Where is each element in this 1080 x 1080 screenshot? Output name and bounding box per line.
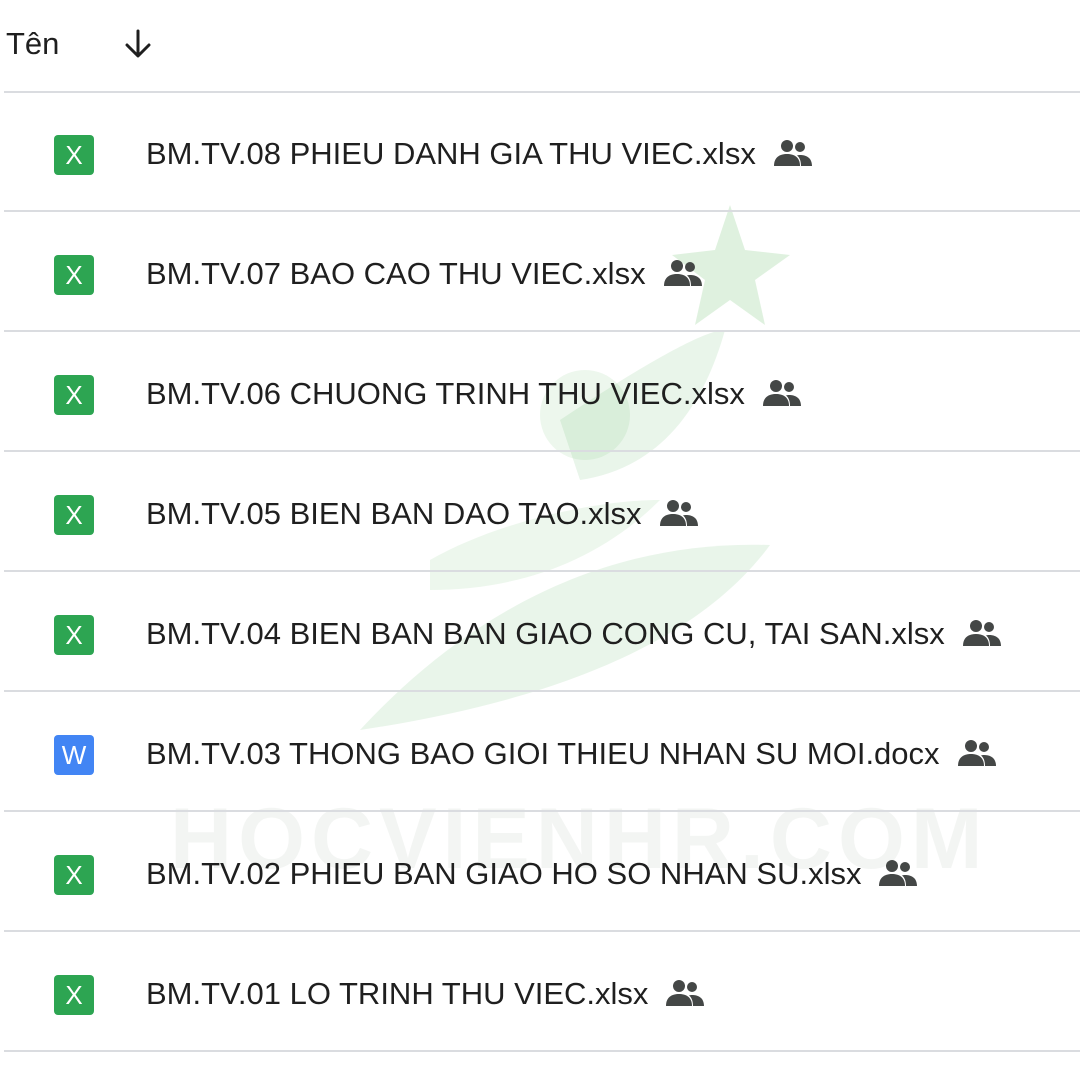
file-name: BM.TV.08 PHIEU DANH GIA THU VIEC.xlsx — [146, 136, 756, 171]
excel-sheet-icon: X — [54, 855, 94, 895]
word-doc-icon: W — [54, 735, 94, 775]
file-row[interactable]: X BM.TV.01 LO TRINH THU VIEC.xlsx — [0, 932, 1080, 1052]
excel-sheet-icon: X — [54, 975, 94, 1015]
arrow-down-icon[interactable] — [120, 26, 156, 62]
file-name: BM.TV.02 PHIEU BAN GIAO HO SO NHAN SU.xl… — [146, 856, 862, 891]
shared-people-icon — [659, 499, 698, 526]
excel-sheet-icon: X — [54, 255, 94, 295]
shared-people-icon — [879, 859, 918, 886]
file-row[interactable]: X BM.TV.05 BIEN BAN DAO TAO.xlsx — [0, 452, 1080, 572]
name-column-header[interactable]: Tên — [6, 25, 59, 63]
shared-people-icon — [773, 139, 812, 166]
excel-sheet-icon: X — [54, 615, 94, 655]
excel-sheet-icon: X — [54, 495, 94, 535]
file-name: BM.TV.07 BAO CAO THU VIEC.xlsx — [146, 256, 646, 291]
file-name: BM.TV.04 BIEN BAN BAN GIAO CONG CU, TAI … — [146, 616, 945, 651]
file-row[interactable]: X BM.TV.02 PHIEU BAN GIAO HO SO NHAN SU.… — [0, 812, 1080, 932]
file-row[interactable]: X BM.TV.08 PHIEU DANH GIA THU VIEC.xlsx — [0, 92, 1080, 212]
file-name: BM.TV.03 THONG BAO GIOI THIEU NHAN SU MO… — [146, 736, 940, 771]
shared-people-icon — [666, 979, 705, 1006]
shared-people-icon — [962, 619, 1001, 646]
file-name: BM.TV.01 LO TRINH THU VIEC.xlsx — [146, 976, 649, 1011]
file-name: BM.TV.06 CHUONG TRINH THU VIEC.xlsx — [146, 376, 745, 411]
file-name: BM.TV.05 BIEN BAN DAO TAO.xlsx — [146, 496, 642, 531]
file-list-page: HOCVIENHR.COM Tên X BM.TV.08 PHIEU DANH … — [0, 0, 1080, 1080]
list-header: Tên — [0, 0, 1080, 92]
file-row[interactable]: X BM.TV.06 CHUONG TRINH THU VIEC.xlsx — [0, 332, 1080, 452]
file-row[interactable]: X BM.TV.04 BIEN BAN BAN GIAO CONG CU, TA… — [0, 572, 1080, 692]
file-list: X BM.TV.08 PHIEU DANH GIA THU VIEC.xlsx … — [0, 92, 1080, 1052]
file-row[interactable]: W BM.TV.03 THONG BAO GIOI THIEU NHAN SU … — [0, 692, 1080, 812]
excel-sheet-icon: X — [54, 135, 94, 175]
excel-sheet-icon: X — [54, 375, 94, 415]
row-divider — [4, 1050, 1080, 1052]
shared-people-icon — [663, 259, 702, 286]
shared-people-icon — [762, 379, 801, 406]
shared-people-icon — [957, 739, 996, 766]
file-row[interactable]: X BM.TV.07 BAO CAO THU VIEC.xlsx — [0, 212, 1080, 332]
